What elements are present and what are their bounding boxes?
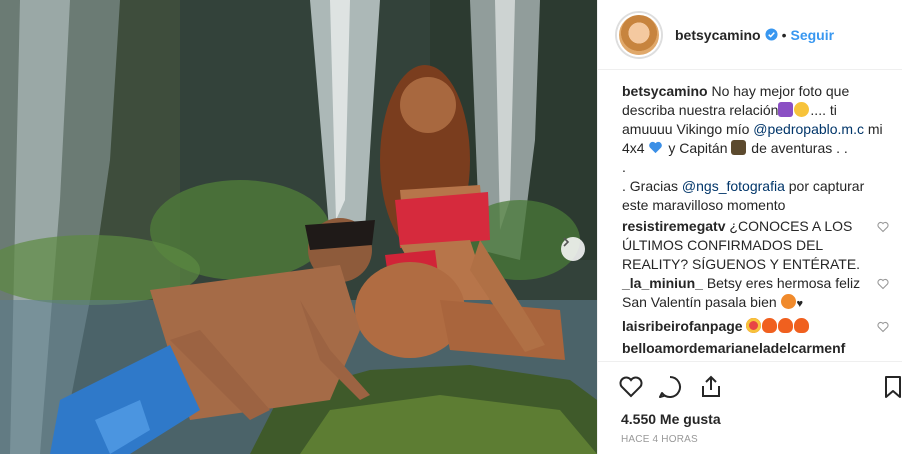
comments-list: betsycamino No hay mejor foto que descri… — [598, 71, 902, 361]
comment-bubble-icon[interactable] — [657, 374, 683, 400]
black-heart-icon: ♥ — [796, 298, 804, 310]
mention-ngs-fotografia[interactable]: @ngs_fotografia — [682, 178, 785, 194]
share-upload-icon[interactable] — [698, 374, 724, 400]
caption-username[interactable]: betsycamino — [622, 83, 708, 99]
photo-illustration — [0, 0, 597, 454]
cat-heart-eyes-emoji-icon — [780, 294, 796, 309]
post-actions: 4.550 Me gusta Hace 4 horas — [598, 361, 902, 454]
caption-text-4: y Capitán — [664, 140, 732, 156]
post-sidebar: betsycamino • Seguir betsycamino No hay … — [597, 0, 902, 454]
pilot-emoji-icon — [731, 140, 747, 155]
like-comment-heart-icon[interactable] — [877, 278, 889, 290]
heart-eyes-emoji-icon — [746, 318, 762, 333]
comment-item: resistiremegatv ¿CONOCES A LOS ÚLTIMOS C… — [622, 217, 889, 274]
comment-item: _la_miniun_ Betsy eres hermosa feliz San… — [622, 274, 889, 314]
like-heart-icon[interactable] — [618, 374, 644, 400]
comment-username[interactable]: resistiremegatv — [622, 218, 726, 234]
verified-badge-icon — [765, 28, 778, 41]
avatar[interactable] — [617, 12, 661, 57]
fire-emoji-icon — [778, 318, 794, 333]
follow-button[interactable]: Seguir — [791, 27, 835, 43]
caption-text-6: . Gracias — [622, 178, 682, 194]
likes-count[interactable]: 4.550 Me gusta — [621, 411, 721, 427]
post-photo[interactable] — [0, 0, 597, 454]
comment-username[interactable]: laisribeirofanpage — [622, 318, 743, 334]
post-header: betsycamino • Seguir — [598, 0, 902, 70]
header-username[interactable]: betsycamino — [675, 27, 761, 43]
mention-pedropablo[interactable]: @pedropablo.m.c — [753, 121, 864, 137]
post-timestamp: Hace 4 horas — [621, 434, 698, 445]
comment-item: laisribeirofanpage — [622, 317, 889, 336]
bookmark-icon[interactable] — [883, 374, 902, 400]
comment-item: belloamordemarianeladelcarmenf — [622, 339, 889, 358]
grinning-sweat-emoji-icon — [794, 102, 810, 117]
like-comment-heart-icon[interactable] — [877, 321, 889, 333]
woman-gesturing-no-emoji-icon — [778, 102, 794, 117]
blue-heart-icon — [649, 141, 663, 154]
caption-text-5: de aventuras . . — [747, 140, 848, 156]
caption: betsycamino No hay mejor foto que descri… — [622, 82, 889, 215]
caption-line-thanks: . Gracias @ngs_fotografia por capturar e… — [622, 177, 889, 215]
caption-line-dot: . — [622, 159, 626, 175]
comment-username[interactable]: _la_miniun_ — [622, 275, 703, 291]
comment-username[interactable]: belloamordemarianeladelcarmenf — [622, 340, 845, 356]
header-separator: • — [781, 26, 787, 43]
like-comment-heart-icon[interactable] — [877, 221, 889, 233]
fire-emoji-icon — [762, 318, 778, 333]
instagram-post-view: betsycamino • Seguir betsycamino No hay … — [0, 0, 902, 454]
fire-emoji-icon — [794, 318, 810, 333]
chevron-right-icon — [563, 237, 570, 247]
next-photo-button[interactable] — [561, 237, 585, 261]
